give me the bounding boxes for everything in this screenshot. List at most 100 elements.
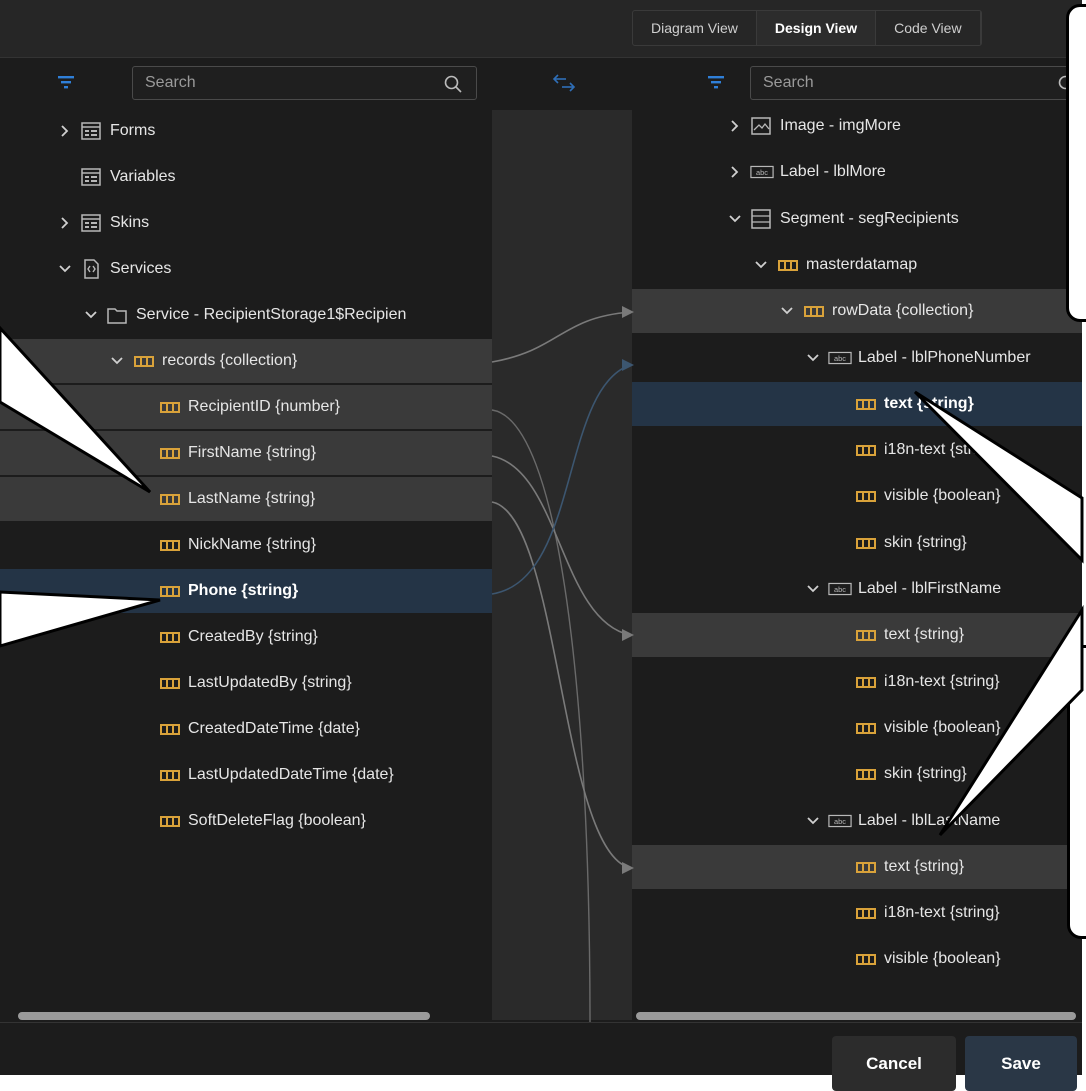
save-button[interactable]: Save: [965, 1036, 1077, 1091]
tree-row[interactable]: RecipientID {number}: [0, 384, 492, 430]
chevron-right-icon[interactable]: [728, 119, 742, 133]
filter-icon[interactable]: [706, 72, 726, 92]
tree-row[interactable]: NickName {string}: [0, 522, 492, 568]
field-icon: [856, 908, 876, 920]
tree-row-label: Skins: [110, 214, 150, 231]
tree-row[interactable]: SoftDeleteFlag {boolean}: [0, 798, 492, 844]
tree-row-label: Image - imgMore: [780, 117, 901, 134]
tree-row-label: Variables: [110, 168, 176, 185]
chevron-down-icon[interactable]: [780, 304, 794, 318]
tree-row[interactable]: Phone {string}: [0, 568, 492, 614]
field-icon: [856, 398, 876, 410]
tree-row[interactable]: Services: [0, 246, 492, 292]
tree-row[interactable]: Image - imgMore: [632, 110, 1082, 149]
chevron-down-icon[interactable]: [806, 582, 820, 596]
tab-code-view[interactable]: Code View: [876, 11, 981, 45]
tree-row[interactable]: LastUpdatedBy {string}: [0, 660, 492, 706]
tree-row-label: Label - lblPhoneNumber: [858, 348, 1031, 366]
chevron-right-icon[interactable]: [728, 165, 742, 179]
tree-row[interactable]: LastUpdatedDateTime {date}: [0, 752, 492, 798]
tree-row[interactable]: Variables: [0, 154, 492, 200]
field-icon: [160, 632, 180, 643]
tree-row-label: Label - lblFirstName: [858, 580, 1002, 597]
field-icon: [778, 259, 798, 271]
cancel-button[interactable]: Cancel: [832, 1036, 956, 1091]
field-icon: [160, 724, 180, 735]
tree-row[interactable]: Segment - segRecipients: [632, 196, 1082, 242]
chevron-down-icon[interactable]: [806, 814, 820, 828]
field-icon: [160, 816, 180, 827]
label-icon: abc: [828, 351, 852, 364]
chevron-down-icon[interactable]: [754, 258, 768, 272]
callout-box: [1067, 645, 1086, 939]
tree-row[interactable]: Service - RecipientStorage1$Recipien: [0, 292, 492, 338]
chevron-right-icon[interactable]: [58, 216, 72, 230]
tree-row-label: visible {boolean}: [884, 718, 1001, 736]
tree-row-label: Phone {string}: [188, 582, 299, 599]
field-icon: [856, 445, 876, 457]
tree-row[interactable]: LastName {string}: [0, 476, 492, 522]
tree-row[interactable]: skin {string}: [632, 751, 1082, 797]
swap-arrows-icon[interactable]: [550, 72, 578, 94]
tree-row-label: RecipientID {number}: [188, 398, 341, 415]
tree-row[interactable]: records {collection}: [0, 338, 492, 384]
tree-row[interactable]: i18n-text {string}: [632, 659, 1082, 705]
chevron-down-icon[interactable]: [110, 354, 124, 368]
tab-design-view[interactable]: Design View: [756, 11, 877, 45]
view-tabs: Diagram View Design View Code View: [632, 10, 982, 46]
tree-row[interactable]: visible {boolean}: [632, 473, 1082, 519]
field-icon: [856, 861, 876, 873]
right-search-input[interactable]: [763, 67, 1034, 99]
right-horizontal-scrollbar[interactable]: [636, 1012, 1076, 1020]
chevron-down-icon[interactable]: [84, 308, 98, 322]
chevron-down-icon[interactable]: [728, 212, 742, 226]
tree-row[interactable]: i18n-text {string}: [632, 890, 1082, 936]
form-icon: [81, 214, 101, 232]
tree-row-label: Segment - segRecipients: [780, 209, 959, 227]
svg-text:abc: abc: [834, 353, 846, 362]
field-icon: [160, 678, 180, 689]
tree-row[interactable]: abc Label - lblPhoneNumber: [632, 335, 1082, 381]
tree-row-label: CreatedDateTime {date}: [188, 720, 360, 737]
tree-row-label: LastUpdatedBy {string}: [188, 674, 352, 691]
tree-row[interactable]: text {string}: [632, 844, 1082, 890]
mapping-lines-area: [492, 110, 632, 1020]
tree-row[interactable]: FirstName {string}: [0, 430, 492, 476]
folder-icon: [107, 308, 127, 324]
left-horizontal-scrollbar[interactable]: [18, 1012, 430, 1020]
tree-row[interactable]: abc Label - lblFirstName: [632, 566, 1082, 612]
tree-row[interactable]: Forms: [0, 110, 492, 154]
tree-row[interactable]: CreatedBy {string}: [0, 614, 492, 660]
callout-box: [1066, 4, 1086, 322]
tree-row-label: i18n-text {string}: [884, 672, 1000, 690]
left-search-input[interactable]: [145, 67, 420, 99]
left-search-box: [132, 66, 477, 100]
field-icon: [160, 494, 180, 505]
field-icon: [856, 537, 876, 549]
field-icon: [856, 630, 876, 642]
tree-row[interactable]: visible {boolean}: [632, 936, 1082, 982]
tree-row[interactable]: CreatedDateTime {date}: [0, 706, 492, 752]
tree-row[interactable]: rowData {collection}: [632, 288, 1082, 334]
tree-row[interactable]: abc Label - lblMore: [632, 149, 1082, 195]
tab-diagram-view[interactable]: Diagram View: [633, 11, 757, 45]
tree-row-label: i18n-text {string}: [884, 904, 1000, 922]
chevron-down-icon[interactable]: [806, 351, 820, 365]
tree-row[interactable]: masterdatamap: [632, 242, 1082, 288]
tree-row-label: Services: [110, 260, 172, 277]
form-icon: [81, 122, 101, 140]
search-icon[interactable]: [443, 74, 463, 94]
tree-row-label: LastUpdatedDateTime {date}: [188, 766, 394, 783]
tree-row[interactable]: text {string}: [632, 612, 1082, 658]
tree-row[interactable]: i18n-text {string}: [632, 427, 1082, 473]
tree-row[interactable]: text {string}: [632, 381, 1082, 427]
chevron-right-icon[interactable]: [58, 124, 72, 138]
chevron-down-icon[interactable]: [58, 262, 72, 276]
filter-icon[interactable]: [56, 72, 76, 92]
segment-icon: [751, 208, 771, 229]
tree-row[interactable]: Skins: [0, 200, 492, 246]
tree-row[interactable]: skin {string}: [632, 520, 1082, 566]
source-tree-panel: Forms Variables Skins Services Service - Rec…: [0, 110, 492, 1020]
tree-row[interactable]: visible {boolean}: [632, 705, 1082, 751]
tree-row[interactable]: abc Label - lblLastName: [632, 798, 1082, 844]
